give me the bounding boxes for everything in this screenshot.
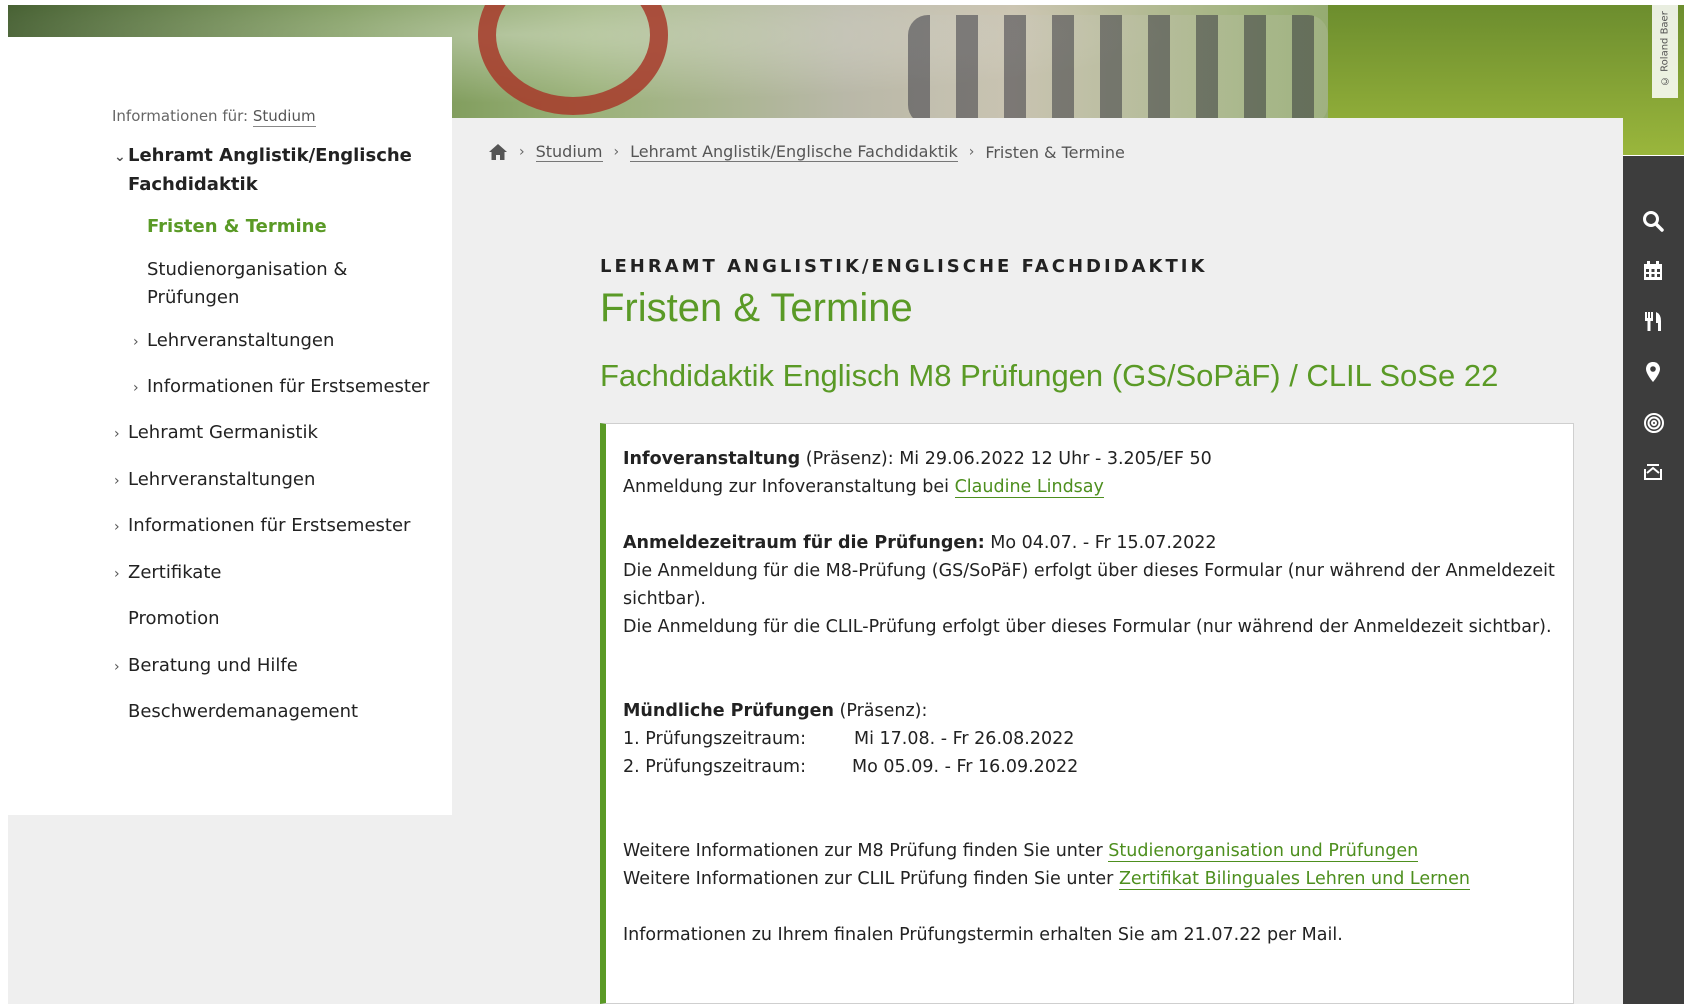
breadcrumb-lehramt-anglistik[interactable]: Lehramt Anglistik/Englische Fachdidaktik — [630, 142, 958, 162]
sidebar-item-label: Studienorganisation & — [147, 259, 348, 280]
pz2-label: 2. Prüfungszeitraum: — [623, 757, 806, 777]
pz1-label: 1. Prüfungszeitraum: — [623, 729, 806, 749]
sidebar-item-label-line2: Prüfungen — [147, 287, 240, 308]
chevron-right-icon: › — [114, 426, 120, 442]
info-for-label: Informationen für: — [112, 107, 249, 125]
sidebar-item-label: Beratung und Hilfe — [128, 655, 298, 676]
anmeldezeitraum-label: Anmeldezeitraum für die Prüfungen: — [623, 533, 985, 553]
info-for: Informationen für: Studium — [112, 107, 316, 127]
breadcrumb-separator: › — [613, 144, 620, 160]
info-box: Infoveranstaltung (Präsenz): Mi 29.06.20… — [600, 423, 1574, 1004]
chevron-down-icon: ⌄ — [114, 149, 126, 165]
infoveranstaltung-line: Infoveranstaltung (Präsenz): Mi 29.06.20… — [623, 449, 1212, 469]
breadcrumb-separator: › — [519, 144, 525, 160]
chevron-right-icon: › — [114, 473, 120, 489]
sidebar-item-erstsemester-sub[interactable]: › Informationen für Erstsemester — [133, 373, 429, 402]
zertifikat-link[interactable]: Zertifikat Bilinguales Lehren und Lernen — [1118, 869, 1470, 890]
breadcrumb-separator: › — [968, 144, 975, 160]
clil-anmeldung-line: Die Anmeldung für die CLIL-Prüfung erfol… — [623, 617, 1552, 637]
contact-link[interactable]: Claudine Lindsay — [954, 477, 1104, 498]
page-title: Fristen & Termine — [600, 286, 913, 330]
sidebar-item-beratung[interactable]: › Beratung und Hilfe — [114, 652, 298, 681]
sidebar-item-label: Lehramt Germanistik — [128, 422, 318, 443]
sidebar-item-erstsemester[interactable]: › Informationen für Erstsemester — [114, 512, 410, 541]
breadcrumb: › Studium › Lehramt Anglistik/Englische … — [488, 142, 1125, 162]
search-icon[interactable] — [1640, 208, 1666, 234]
anmeldung-info-text: Anmeldung zur Infoveranstaltung bei — [623, 477, 955, 497]
chevron-right-icon: › — [114, 659, 120, 675]
sidebar-item-label: Fristen & Termine — [147, 216, 327, 237]
sidebar-item-lehramt-germanistik[interactable]: › Lehramt Germanistik — [114, 419, 318, 448]
weitere-m8-text: Weitere Informationen zur M8 Prüfung fin… — [623, 841, 1109, 861]
photo-credit: © Roland Baer — [1652, 0, 1678, 98]
sidebar-item-label: Lehramt Anglistik/Englische — [128, 145, 412, 166]
chevron-right-icon: › — [114, 519, 120, 535]
mail-icon[interactable] — [1640, 459, 1666, 485]
students-graphic — [908, 15, 1328, 125]
pruefungszeitraum-1: 1. Prüfungszeitraum: Mi 17.08. - Fr 26.0… — [623, 729, 1083, 749]
breadcrumb-studium[interactable]: Studium — [535, 142, 603, 162]
calendar-icon[interactable] — [1640, 258, 1666, 284]
muendlich-line: Mündliche Prüfungen (Präsenz): — [623, 701, 927, 721]
anmeldezeitraum-line: Anmeldezeitraum für die Prüfungen: Mo 04… — [623, 533, 1217, 553]
infoveranstaltung-label: Infoveranstaltung — [623, 449, 801, 469]
m8-anmeldung-line1: Die Anmeldung für die M8-Prüfung (GS/SoP… — [623, 561, 1555, 581]
quick-access-bar — [1623, 156, 1684, 1004]
sidebar: Informationen für: Studium ⌄ Lehramt Angl… — [8, 37, 452, 815]
sidebar-item-studienorganisation[interactable]: Studienorganisation & Prüfungen — [147, 256, 347, 312]
pz2-value: Mo 05.09. - Fr 16.09.2022 — [852, 757, 1079, 777]
sidebar-item-label: Informationen für Erstsemester — [128, 515, 411, 536]
weitere-clil-text: Weitere Informationen zur CLIL Prüfung f… — [623, 869, 1119, 889]
studienorganisation-link[interactable]: Studienorganisation und Prüfungen — [1108, 841, 1419, 862]
sidebar-item-label: Zertifikate — [128, 562, 222, 583]
sidebar-item-zertifikate[interactable]: › Zertifikate — [114, 559, 221, 588]
muendlich-text: (Präsenz): — [833, 701, 928, 721]
info-for-link[interactable]: Studium — [252, 107, 316, 127]
wifi-icon[interactable] — [1640, 409, 1666, 435]
anmeldezeitraum-text: Mo 04.07. - Fr 15.07.2022 — [984, 533, 1217, 553]
sidebar-item-lehrveranstaltungen-sub[interactable]: › Lehrveranstaltungen — [133, 327, 334, 356]
location-pin-icon[interactable] — [1640, 359, 1666, 385]
sidebar-item-label: Informationen für Erstsemester — [147, 376, 430, 397]
pruefungszeitraum-2: 2. Prüfungszeitraum: Mo 05.09. - Fr 16.0… — [623, 757, 1083, 777]
section-title: Fachdidaktik Englisch M8 Prüfungen (GS/S… — [600, 358, 1499, 393]
sculpture-graphic — [478, 5, 668, 115]
breadcrumb-current: Fristen & Termine — [985, 142, 1125, 162]
final-info-line: Informationen zu Ihrem finalen Prüfungst… — [623, 925, 1343, 945]
chevron-right-icon: › — [114, 566, 120, 582]
chevron-right-icon: › — [133, 334, 139, 350]
m8-anmeldung-line2: sichtbar). — [623, 589, 706, 609]
infoveranstaltung-text: (Präsenz): Mi 29.06.2022 12 Uhr - 3.205/… — [800, 449, 1212, 469]
anmeldung-info-line: Anmeldung zur Infoveranstaltung bei Clau… — [623, 477, 1104, 498]
chevron-right-icon: › — [133, 380, 139, 396]
sidebar-item-lehramt-anglistik[interactable]: ⌄ Lehramt Anglistik/Englische Fachdidakti… — [114, 142, 412, 199]
weitere-clil-line: Weitere Informationen zur CLIL Prüfung f… — [623, 869, 1470, 890]
sidebar-item-label: Beschwerdemanagement — [128, 701, 359, 722]
pz1-value: Mi 17.08. - Fr 26.08.2022 — [854, 729, 1075, 749]
muendlich-label: Mündliche Prüfungen — [623, 701, 834, 721]
sidebar-item-lehrveranstaltungen[interactable]: › Lehrveranstaltungen — [114, 466, 315, 495]
page-kicker: LEHRAMT ANGLISTIK/ENGLISCHE FACHDIDAKTIK — [600, 256, 1208, 277]
sidebar-item-label-line2: Fachdidaktik — [128, 174, 258, 195]
sidebar-item-fristen-termine[interactable]: Fristen & Termine — [147, 213, 327, 241]
sidebar-item-beschwerdemanagement[interactable]: Beschwerdemanagement — [128, 698, 358, 726]
sidebar-item-label: Lehrveranstaltungen — [147, 330, 335, 351]
sidebar-item-label: Promotion — [128, 608, 220, 629]
sidebar-item-label: Lehrveranstaltungen — [128, 469, 316, 490]
home-icon[interactable] — [488, 143, 508, 161]
weitere-m8-line: Weitere Informationen zur M8 Prüfung fin… — [623, 841, 1419, 862]
sidebar-item-promotion[interactable]: Promotion — [128, 605, 220, 633]
cutlery-icon[interactable] — [1640, 308, 1666, 334]
